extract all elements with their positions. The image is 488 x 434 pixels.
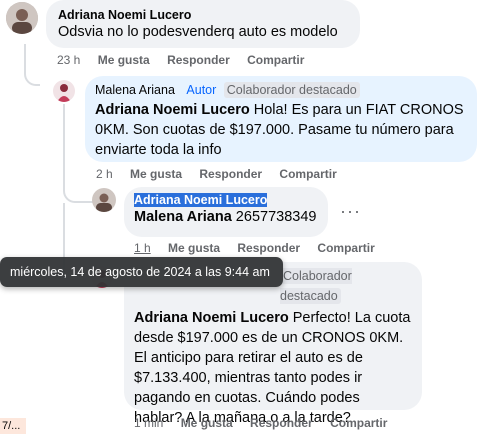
reply-button[interactable]: Responder: [167, 53, 230, 67]
comment-time[interactable]: 1 min: [134, 416, 163, 430]
comment-author[interactable]: Adriana Noemi Lucero: [58, 8, 348, 22]
comment-actions: 1 min Me gusta Responder Compartir: [134, 416, 401, 430]
avatar[interactable]: [6, 2, 38, 34]
comment-bubble: Adriana Noemi Lucero Odsvia no lo podesv…: [46, 0, 360, 48]
comment-text: Adriana Noemi Lucero Perfecto! La cuota …: [134, 310, 411, 426]
like-button[interactable]: Me gusta: [98, 53, 150, 67]
timestamp-tooltip: miércoles, 14 de agosto de 2024 a las 9:…: [0, 257, 283, 287]
comment-actions: 23 h Me gusta Responder Compartir: [57, 53, 318, 67]
status-badge: Colaborador destacado: [223, 82, 360, 98]
comment-time[interactable]: 2 h: [96, 167, 113, 181]
reply-button[interactable]: Responder: [250, 416, 313, 430]
comment-time[interactable]: 1 h: [134, 241, 151, 255]
like-button[interactable]: Me gusta: [168, 241, 220, 255]
edge-fragment: 7/...: [0, 418, 26, 434]
avatar[interactable]: [53, 80, 75, 102]
mention-link[interactable]: Malena Ariana: [134, 209, 232, 225]
comment-actions: 2 h Me gusta Responder Compartir: [96, 167, 351, 181]
like-button[interactable]: Me gusta: [181, 416, 233, 430]
comment-text: Odsvia no lo podesvenderq auto es modelo: [58, 24, 338, 40]
mention-link[interactable]: Adriana Noemi Lucero: [95, 102, 250, 118]
comment-text: Adriana Noemi Lucero Hola! Es para un FI…: [95, 102, 464, 158]
like-button[interactable]: Me gusta: [130, 167, 182, 181]
comment-text: Malena Ariana 2657738349: [134, 209, 317, 225]
comment-bubble: Malena Ariana Autor Colaborador destacad…: [85, 76, 477, 162]
comment-actions: 1 h Me gusta Responder Compartir: [134, 241, 389, 255]
comment-bubble: Adriana Noemi Lucero Malena Ariana 26577…: [124, 187, 328, 237]
reply-button[interactable]: Responder: [199, 167, 262, 181]
avatar[interactable]: [92, 188, 116, 212]
share-button[interactable]: Compartir: [317, 241, 374, 255]
thread-line: [24, 44, 40, 86]
reply-button[interactable]: Responder: [237, 241, 300, 255]
share-button[interactable]: Compartir: [330, 416, 387, 430]
mention-link[interactable]: Adriana Noemi Lucero: [134, 310, 289, 326]
comment-author[interactable]: Adriana Noemi Lucero: [134, 193, 318, 207]
more-options-icon[interactable]: ···: [340, 201, 361, 222]
status-badge: Colaborador destacado: [280, 268, 352, 304]
share-button[interactable]: Compartir: [279, 167, 336, 181]
author-tag: Autor: [186, 83, 217, 97]
comment-author[interactable]: Malena Ariana: [95, 83, 175, 97]
comment-time[interactable]: 23 h: [57, 53, 80, 67]
share-button[interactable]: Compartir: [247, 53, 304, 67]
